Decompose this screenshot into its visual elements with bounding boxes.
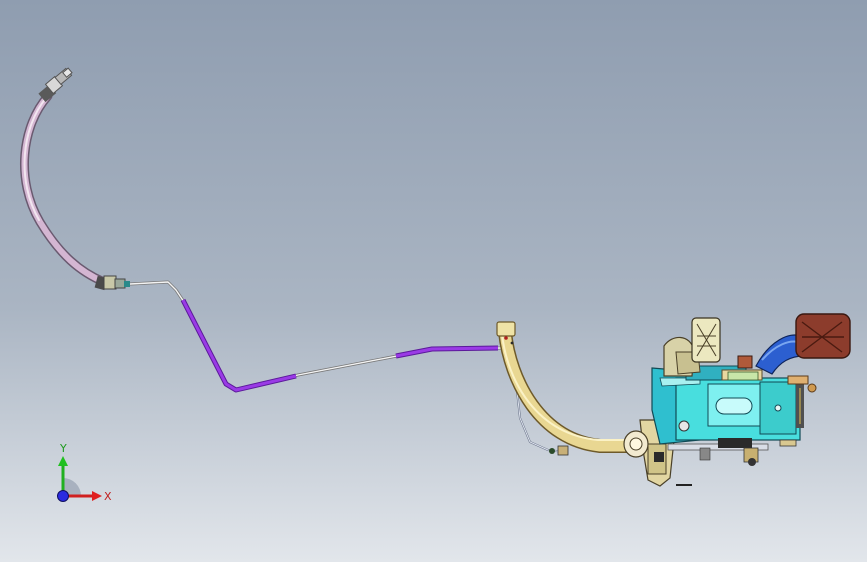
x-axis-arrowhead: [92, 491, 102, 501]
coordinate-triad: Y X: [57, 442, 112, 503]
y-axis-arrowhead: [58, 456, 68, 466]
cad-viewport[interactable]: Y X: [0, 0, 867, 562]
pedal-box[interactable]: [623, 365, 817, 487]
brake-line[interactable]: [129, 280, 503, 392]
x-axis-label: X: [104, 490, 112, 503]
hose-fitting[interactable]: [38, 67, 73, 103]
hose-coupling[interactable]: [94, 275, 130, 291]
z-axis-point: [57, 490, 69, 502]
line-sleeve[interactable]: [180, 298, 499, 393]
brake-pedal[interactable]: [755, 313, 851, 375]
y-axis-label: Y: [59, 442, 67, 455]
bent-tube[interactable]: [496, 321, 640, 453]
flexible-hose[interactable]: [19, 91, 109, 287]
assembly-model[interactable]: [0, 0, 867, 562]
